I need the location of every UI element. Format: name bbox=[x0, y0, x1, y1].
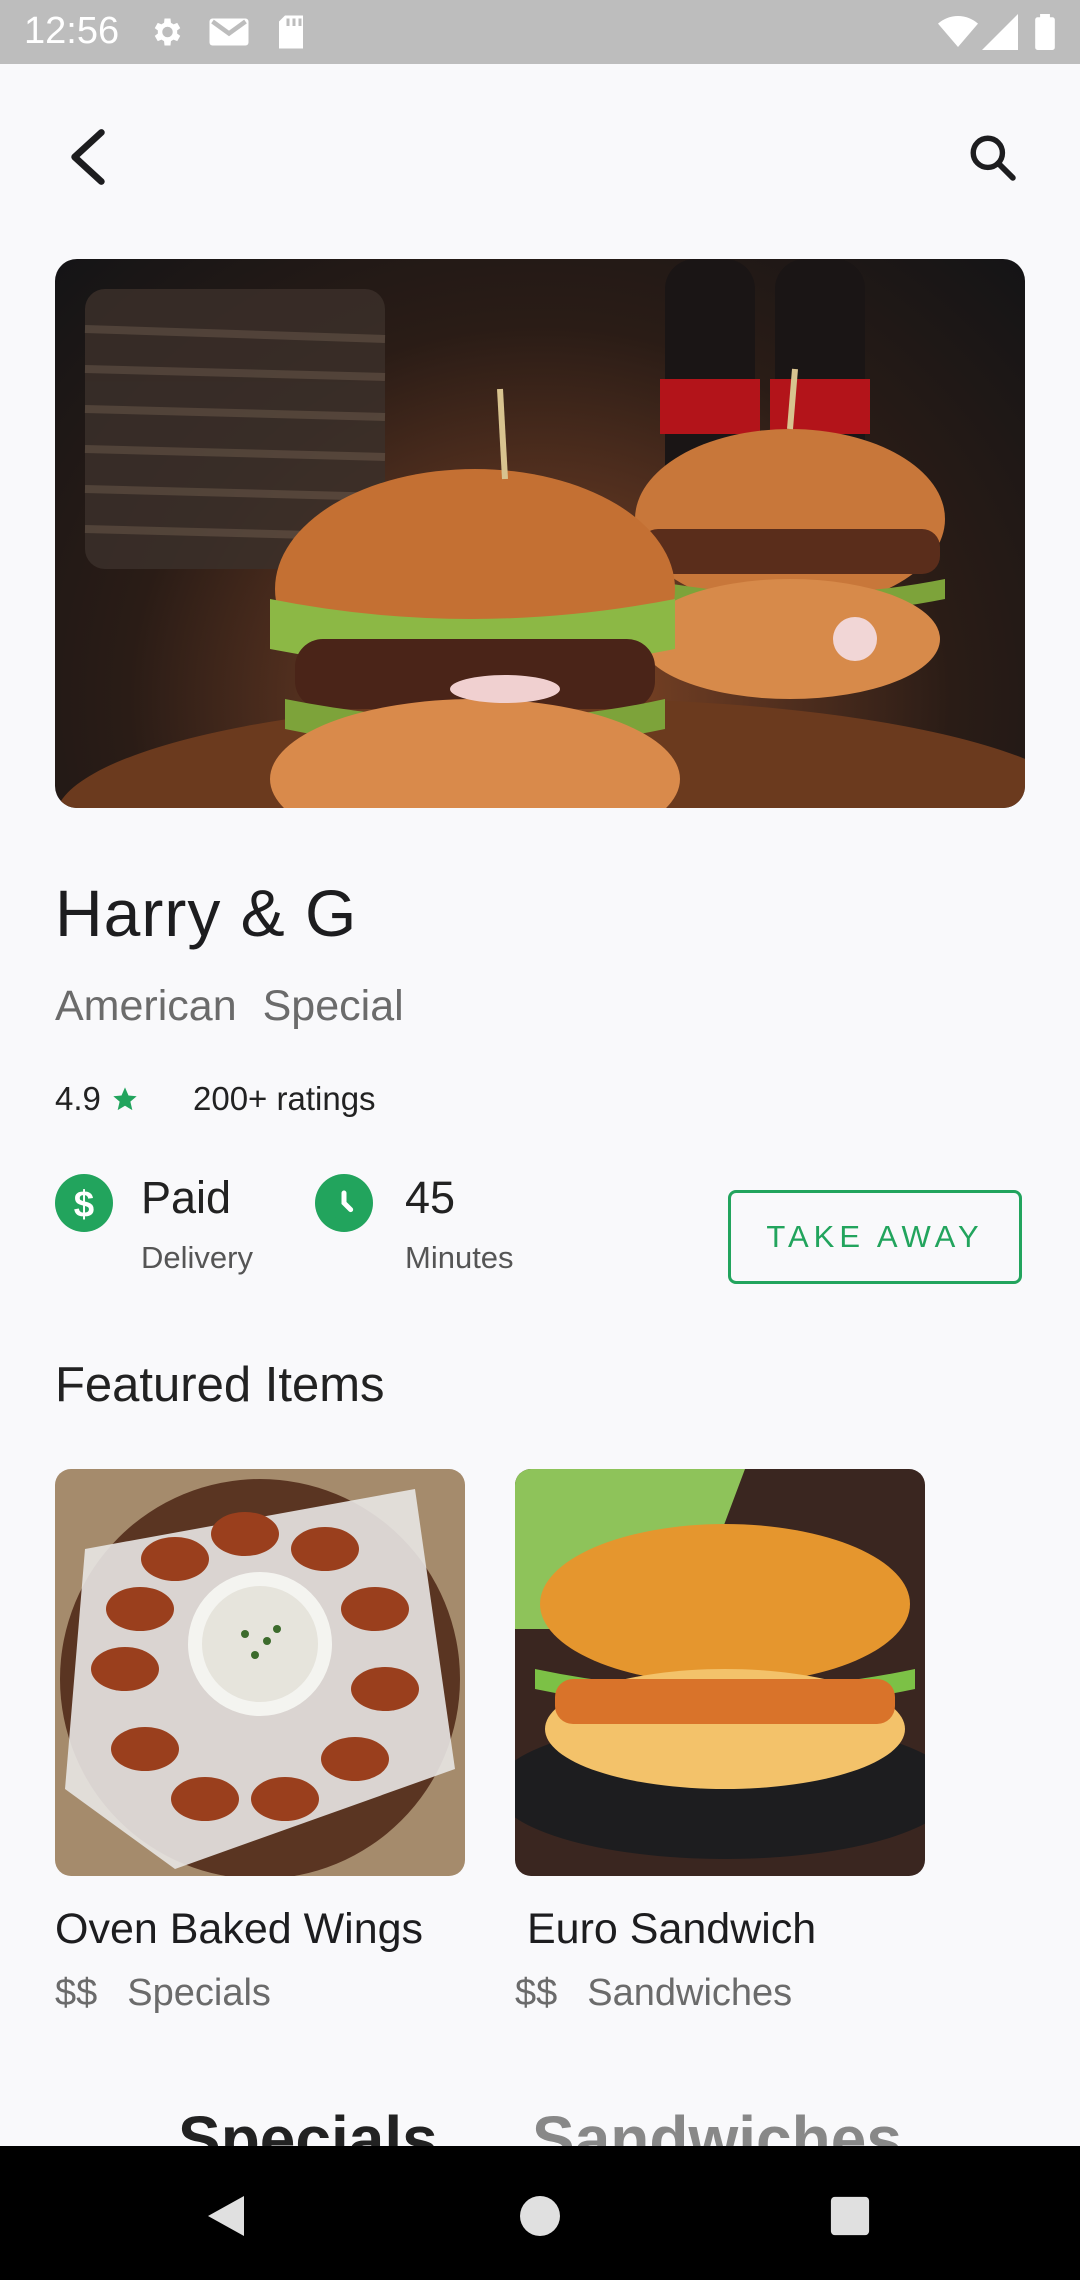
featured-item-image-wings[interactable] bbox=[55, 1469, 465, 1876]
dollar-icon: $ bbox=[55, 1174, 113, 1232]
tag-cuisine: American bbox=[55, 982, 237, 1030]
featured-item-meta: $$ Sandwiches bbox=[515, 1972, 822, 2015]
featured-item-name[interactable]: Euro Sandwich bbox=[527, 1905, 816, 1954]
tab-sandwiches[interactable]: Sandwiches bbox=[532, 2110, 902, 2146]
ratings-count: 200+ ratings bbox=[193, 1080, 376, 1117]
nav-back-icon[interactable] bbox=[186, 2176, 266, 2256]
featured-item-meta: $$ Specials bbox=[55, 1972, 301, 2015]
take-away-button[interactable]: TAKE AWAY bbox=[728, 1190, 1022, 1284]
status-time: 12:56 bbox=[24, 10, 120, 52]
featured-items-title: Featured Items bbox=[55, 1358, 385, 1412]
nav-home-icon[interactable] bbox=[500, 2176, 580, 2256]
featured-item-price: $$ bbox=[55, 1972, 98, 2014]
tab-sandwiches-label: Sandwiches bbox=[532, 2110, 902, 2146]
featured-item-price: $$ bbox=[515, 1972, 558, 2014]
star-icon bbox=[111, 1085, 139, 1113]
sd-card-icon bbox=[276, 14, 306, 55]
featured-item-category: Specials bbox=[127, 1972, 271, 2014]
battery-icon bbox=[1034, 14, 1056, 55]
arrow-back-icon[interactable] bbox=[48, 117, 128, 197]
tab-specials-label: Specials bbox=[178, 2110, 438, 2146]
restaurant-tags: American Special bbox=[55, 982, 430, 1031]
rating-value: 4.9 bbox=[55, 1080, 101, 1117]
rating: 4.9 bbox=[55, 1080, 139, 1118]
gmail-icon bbox=[208, 14, 250, 55]
featured-item-category: Sandwiches bbox=[587, 1972, 793, 2014]
clock-icon bbox=[315, 1174, 373, 1232]
tag-category: Special bbox=[262, 982, 404, 1030]
nav-recents-icon[interactable] bbox=[810, 2176, 890, 2256]
time-value: 45 bbox=[405, 1172, 456, 1223]
signal-icon bbox=[982, 14, 1018, 55]
settings-icon bbox=[148, 14, 184, 55]
featured-item-image-sandwich[interactable] bbox=[515, 1469, 925, 1876]
svg-text:$: $ bbox=[74, 1183, 94, 1223]
restaurant-name: Harry & G bbox=[55, 876, 358, 950]
delivery-label: Delivery bbox=[141, 1240, 253, 1275]
wifi-icon bbox=[938, 14, 978, 55]
time-label: Minutes bbox=[405, 1240, 514, 1275]
system-nav-bar bbox=[0, 2146, 1080, 2280]
status-bar: 12:56 bbox=[0, 0, 1080, 64]
restaurant-hero-image bbox=[55, 259, 1025, 808]
tab-specials[interactable]: Specials bbox=[178, 2110, 438, 2146]
delivery-value: Paid bbox=[141, 1172, 232, 1223]
top-app-bar bbox=[0, 64, 1080, 244]
featured-item-name[interactable]: Oven Baked Wings bbox=[55, 1905, 423, 1954]
search-icon[interactable] bbox=[952, 117, 1032, 197]
